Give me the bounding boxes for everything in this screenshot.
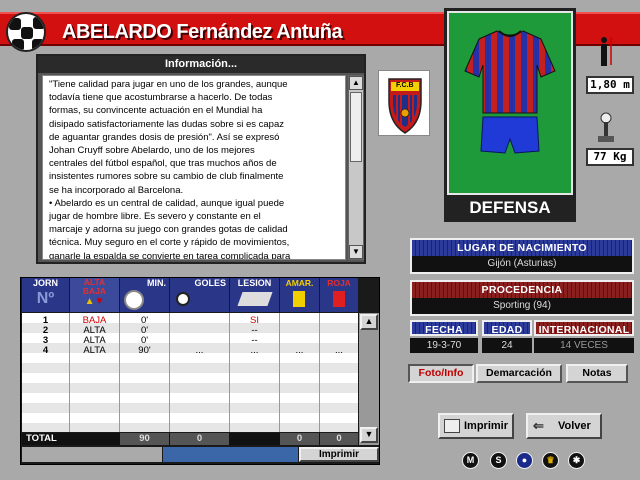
menu-m-icon[interactable]: M	[462, 452, 479, 469]
col-min: MIN.	[120, 278, 169, 312]
info-scrollbar[interactable]: ▲ ▼	[348, 75, 364, 260]
col-alta-baja: ALTA BAJA ▲▼	[70, 278, 119, 312]
table-scroll-up-icon[interactable]: ▲	[360, 314, 378, 330]
col-roja: ROJA	[320, 278, 358, 312]
clock-icon	[124, 290, 144, 310]
table-row[interactable]: 2 ALTA 0' --	[22, 326, 358, 336]
table-row[interactable]: 1 BAJA 0' SI	[22, 316, 358, 326]
scroll-up-icon[interactable]: ▲	[349, 76, 363, 90]
weight-value: 77 Kg	[586, 148, 634, 166]
height-value: 1,80 m	[586, 76, 634, 94]
printer-icon	[444, 419, 460, 433]
col-lesion: LESION	[230, 278, 279, 312]
table-row[interactable]: 4 ALTA 90' ... ... ... ...	[22, 346, 358, 356]
origin-value: Sporting (94)	[412, 298, 632, 313]
tab-foto-info[interactable]: Foto/Info	[408, 364, 474, 383]
tab-demarcacion[interactable]: Demarcación	[476, 364, 562, 383]
height-icon	[597, 36, 613, 66]
birth-label: LUGAR DE NACIMIENTO	[412, 240, 632, 256]
birth-value: Gijón (Asturias)	[412, 256, 632, 271]
back-arrow-icon: ⇐	[533, 418, 544, 433]
scroll-thumb[interactable]	[350, 92, 362, 162]
crest-text: F.C.B	[396, 82, 414, 89]
total-row: TOTAL 90 0 0 0	[22, 433, 358, 445]
col-jorn: JORN Nº	[22, 278, 69, 312]
trophy-icon[interactable]: ♛	[542, 452, 559, 469]
player-name: ABELARDO Fernández Antuña	[62, 21, 343, 43]
origin-label: PROCEDENCIA	[412, 282, 632, 298]
kit-background	[447, 11, 573, 195]
table-scroll-down-icon[interactable]: ▼	[360, 427, 378, 443]
table-footer-left	[22, 447, 162, 462]
edad-label: EDAD	[482, 320, 532, 336]
back-label: Volver	[558, 420, 591, 432]
back-button[interactable]: ⇐ Volver	[526, 413, 602, 439]
football-icon	[6, 12, 46, 52]
table-print-button[interactable]: Imprimir	[299, 447, 379, 462]
bandage-icon	[237, 292, 273, 306]
red-card-icon	[333, 291, 345, 307]
shirt-icon	[464, 30, 556, 154]
stats-table: JORN Nº ALTA BAJA ▲▼ MIN. GOLES LESION A…	[20, 277, 380, 465]
table-scrollbar[interactable]: ▲ ▼	[359, 313, 379, 445]
table-row[interactable]: 3 ALTA 0' --	[22, 336, 358, 346]
origin-block: PROCEDENCIA Sporting (94)	[410, 280, 634, 316]
yellow-card-icon	[293, 291, 305, 307]
print-button[interactable]: Imprimir	[438, 413, 514, 439]
details-block: FECHA 19-3-70 EDAD 24 INTERNACIONAL 14 V…	[410, 320, 634, 356]
fecha-value: 19-3-70	[410, 338, 478, 353]
info-text: "Tiene calidad para jugar en uno de los …	[42, 75, 346, 260]
col-goles: GOLES	[170, 278, 229, 312]
print-label: Imprimir	[464, 420, 509, 432]
menu-s-icon[interactable]: S	[490, 452, 507, 469]
intl-value: 14 VECES	[534, 338, 634, 353]
settings-icon[interactable]: ✱	[568, 452, 585, 469]
table-hscroll[interactable]	[163, 447, 298, 462]
goal-ball-icon	[176, 292, 190, 306]
kit-panel: DEFENSA	[444, 8, 576, 222]
birth-block: LUGAR DE NACIMIENTO Gijón (Asturias)	[410, 238, 634, 274]
fecha-label: FECHA	[410, 320, 478, 336]
edad-value: 24	[482, 338, 532, 353]
info-title: Información...	[38, 56, 364, 73]
col-amarilla: AMAR.	[280, 278, 319, 312]
scale-icon	[596, 112, 616, 146]
info-panel: Información... "Tiene calidad para jugar…	[36, 54, 366, 264]
scroll-down-icon[interactable]: ▼	[349, 245, 363, 259]
globe-icon[interactable]: ●	[516, 452, 533, 469]
club-crest: F.C.B	[378, 70, 430, 136]
tab-notas[interactable]: Notas	[566, 364, 628, 383]
position-label: DEFENSA	[469, 198, 551, 217]
intl-label: INTERNACIONAL	[534, 320, 634, 336]
